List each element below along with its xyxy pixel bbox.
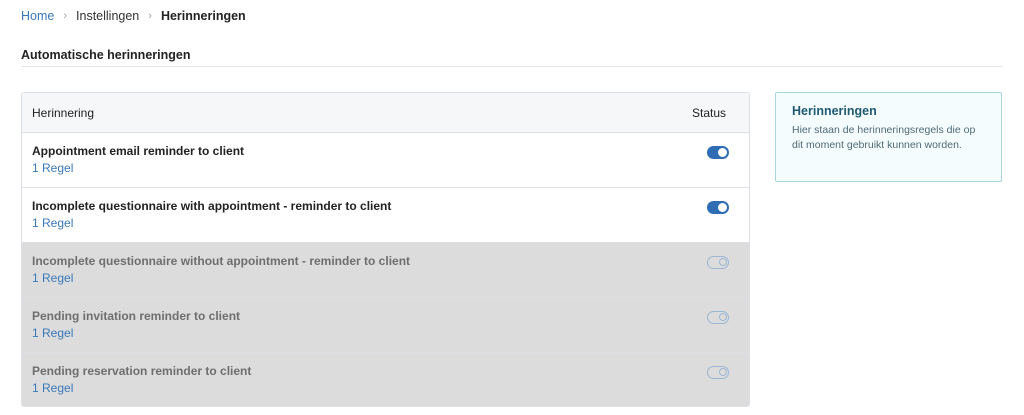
status-toggle[interactable] bbox=[707, 366, 729, 379]
reminder-rules-link[interactable]: 1 Regel bbox=[32, 216, 749, 231]
table-row: Appointment email reminder to client 1 R… bbox=[22, 133, 749, 188]
table-header: Herinnering Status bbox=[22, 93, 749, 133]
reminder-rules-link[interactable]: 1 Regel bbox=[32, 381, 749, 396]
chevron-right-icon: › bbox=[63, 10, 68, 22]
section-title: Automatische herinneringen bbox=[21, 48, 191, 62]
table-row: Pending reservation reminder to client 1… bbox=[22, 353, 749, 406]
table-row: Incomplete questionnaire with appointmen… bbox=[22, 188, 749, 243]
reminder-title: Pending reservation reminder to client bbox=[32, 364, 252, 378]
info-body: Hier staan de herinneringsregels die op … bbox=[792, 124, 976, 151]
info-panel: Herinneringen Hier staan de herinnerings… bbox=[775, 92, 1002, 182]
reminder-rules-link[interactable]: 1 Regel bbox=[32, 161, 749, 176]
status-toggle[interactable] bbox=[707, 146, 729, 159]
breadcrumb-current: Herinneringen bbox=[160, 9, 246, 23]
reminder-title: Pending invitation reminder to client bbox=[32, 309, 241, 323]
reminder-title: Incomplete questionnaire without appoint… bbox=[32, 254, 411, 268]
reminder-title: Incomplete questionnaire with appointmen… bbox=[32, 199, 392, 213]
chevron-right-icon: › bbox=[148, 10, 152, 22]
breadcrumb: Home › Instellingen › Herinneringen bbox=[21, 9, 246, 23]
status-toggle[interactable] bbox=[707, 256, 729, 269]
info-title: Herinneringen bbox=[792, 104, 877, 118]
column-header-reminder: Herinnering bbox=[32, 105, 95, 120]
reminders-table: Herinnering Status Appointment email rem… bbox=[21, 92, 750, 407]
reminder-rules-link[interactable]: 1 Regel bbox=[32, 326, 749, 341]
reminder-title: Appointment email reminder to client bbox=[32, 144, 245, 158]
column-header-status: Status bbox=[692, 105, 727, 120]
section-divider bbox=[21, 66, 1002, 67]
reminder-rules-link[interactable]: 1 Regel bbox=[32, 271, 749, 286]
breadcrumb-home-link[interactable]: Home bbox=[21, 9, 54, 23]
breadcrumb-settings-link[interactable]: Instellingen bbox=[76, 9, 139, 23]
table-row: Incomplete questionnaire without appoint… bbox=[22, 243, 749, 298]
status-toggle[interactable] bbox=[707, 201, 729, 214]
table-row: Pending invitation reminder to client 1 … bbox=[22, 298, 749, 353]
status-toggle[interactable] bbox=[707, 311, 729, 324]
